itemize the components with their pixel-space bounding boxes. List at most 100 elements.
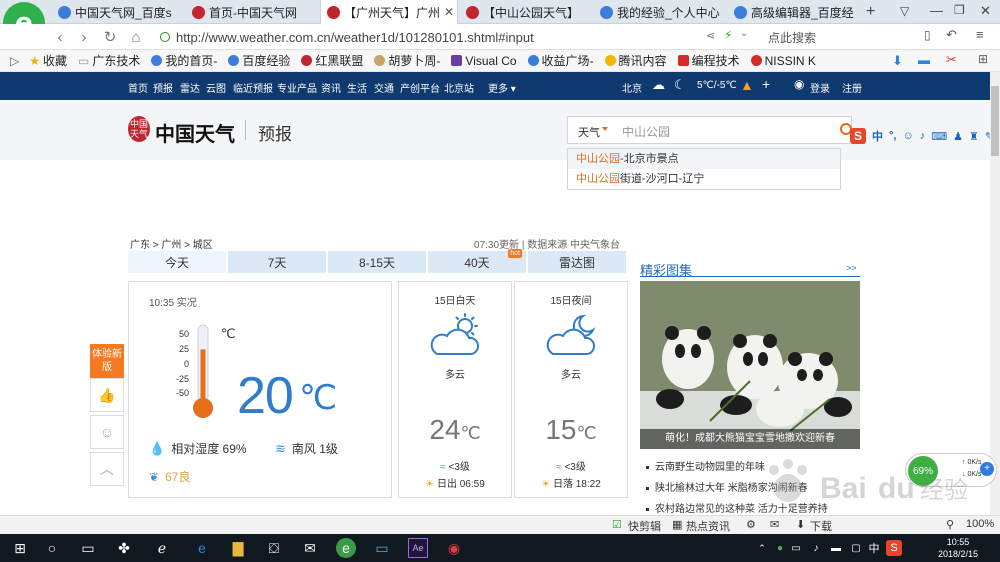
chevron-down-icon[interactable]: ⌄ xyxy=(740,28,748,39)
shirt-icon[interactable]: ▽ xyxy=(900,4,909,18)
news-item[interactable]: 云南野生动物园里的年味 xyxy=(646,458,765,473)
panda-photo[interactable]: 萌化！成都大熊猫宝宝雪地撒欢迎新春 xyxy=(640,281,860,449)
laptop-icon[interactable]: ▭ xyxy=(372,538,392,558)
grid-icon[interactable]: ⊞ xyxy=(978,52,988,66)
nav-item[interactable]: 专业产品 xyxy=(277,80,317,95)
site-search-box[interactable]: 天气 中山公园 xyxy=(567,116,852,144)
bookmark-item[interactable]: 红黑联盟 xyxy=(301,52,363,69)
nav-item[interactable]: 交通 xyxy=(374,80,394,95)
sogou-ime-icon[interactable]: S xyxy=(850,128,866,144)
undo-icon[interactable]: ↶ xyxy=(946,27,957,43)
fan-icon[interactable]: ✤ xyxy=(114,538,134,558)
forward-button[interactable]: › xyxy=(74,27,94,47)
nav-item-more[interactable]: 更多 ▾ xyxy=(488,80,516,95)
page-scrollbar[interactable] xyxy=(990,72,1000,515)
url-field[interactable]: http://www.weather.com.cn/weather1d/1012… xyxy=(160,26,760,48)
ime-mode[interactable]: 中 xyxy=(872,128,883,144)
mail-icon[interactable]: ✉ xyxy=(300,538,320,558)
skin-icon[interactable]: ♜ xyxy=(969,130,979,143)
ime-language[interactable]: 中 xyxy=(864,538,884,558)
emoji-icon[interactable]: ☺ xyxy=(902,130,913,142)
punctuation-icon[interactable]: °, xyxy=(889,130,896,142)
bell-icon[interactable]: ✉ xyxy=(770,518,779,531)
browser-taskbar-icon[interactable]: e xyxy=(336,538,356,558)
download-arrow-icon[interactable]: ⬇ xyxy=(892,53,903,69)
windows-start-icon[interactable]: ⊞ xyxy=(10,538,30,558)
hot-news-button[interactable]: 热点资讯 xyxy=(686,518,730,534)
add-city-icon[interactable]: + xyxy=(762,76,770,92)
suggestion-item[interactable]: 中山公园街道-沙河口-辽宁 xyxy=(568,169,840,189)
close-window-button[interactable]: ✕ xyxy=(980,3,991,19)
browser-tab[interactable]: 高级编辑器_百度经 xyxy=(728,0,860,24)
suggestion-item[interactable]: 中山公园-北京市景点 xyxy=(568,149,840,169)
bookmark-item[interactable]: NISSIN K xyxy=(750,54,816,68)
battery-icon[interactable]: ▬ xyxy=(826,538,846,558)
nav-item[interactable]: 生活 xyxy=(347,80,367,95)
search-input[interactable]: 中山公园 xyxy=(622,123,670,140)
bookmark-item[interactable]: 腾讯内容 xyxy=(604,52,667,69)
tab-radar[interactable]: 雷达图 xyxy=(528,251,626,273)
nav-item[interactable]: 首页 xyxy=(128,80,148,95)
browser-tab-active[interactable]: 【广州天气】广州 ✕ xyxy=(320,0,458,24)
network-icon[interactable]: ▭ xyxy=(786,538,806,558)
browser-tab[interactable]: 首页-中国天气网 xyxy=(186,0,318,24)
smile-icon[interactable]: ☺ xyxy=(90,415,124,449)
scroll-thumb[interactable] xyxy=(991,86,999,156)
bookmark-item[interactable]: 胡萝卜周- xyxy=(374,52,440,69)
browser-tab[interactable]: 中国天气网_百度s xyxy=(52,0,190,24)
thumbs-up-icon[interactable]: 👍 xyxy=(90,378,124,412)
sidebar-toggle-icon[interactable]: ▷ xyxy=(10,54,19,68)
message-icon[interactable]: ▢ xyxy=(846,538,866,558)
gallery-caption[interactable]: 萌化！成都大熊猫宝宝雪地撒欢迎新春 xyxy=(640,429,860,449)
download-button[interactable]: 下载 xyxy=(810,518,832,534)
phone-icon[interactable]: ▯ xyxy=(924,28,931,42)
nav-item[interactable]: 临近预报 xyxy=(233,80,273,95)
nav-item[interactable]: 预报 xyxy=(153,80,173,95)
nav-item[interactable]: 产创平台 xyxy=(400,80,440,95)
nav-item[interactable]: 北京站 xyxy=(444,80,474,95)
tab-40day[interactable]: 40天 hot xyxy=(428,249,526,273)
keyboard-icon[interactable]: ⌨ xyxy=(931,130,947,143)
music-app-icon[interactable]: ◉ xyxy=(444,538,464,558)
ie-icon[interactable]: ℯ xyxy=(152,538,172,558)
bookmark-item[interactable]: 收益广场- xyxy=(527,52,594,69)
zoom-level[interactable]: 100% xyxy=(966,518,994,530)
nav-item[interactable]: 云图 xyxy=(206,80,226,95)
back-button[interactable]: ‹ xyxy=(50,27,70,47)
search-category-select[interactable]: 天气 xyxy=(578,124,600,140)
video-icon[interactable]: ▬ xyxy=(918,53,930,67)
tab-today[interactable]: 今天 xyxy=(128,251,226,273)
warning-icon[interactable]: ▲ xyxy=(740,77,754,93)
weather-logo-icon[interactable]: 中国天气 xyxy=(128,116,150,142)
site-brand[interactable]: 中国天气 xyxy=(155,118,235,147)
bookmark-item[interactable]: 百度经验 xyxy=(228,52,290,69)
register-link[interactable]: 注册 xyxy=(842,80,862,95)
volume-icon[interactable]: ♪ xyxy=(806,538,826,558)
air-quality[interactable]: ❦ 67良 xyxy=(149,468,190,485)
refresh-icon[interactable]: ↻ xyxy=(100,27,120,47)
new-tab-button[interactable]: + xyxy=(866,3,875,21)
search-icon[interactable]: ○ xyxy=(42,538,62,558)
share-icon[interactable]: ⋖ xyxy=(706,29,715,42)
restore-button[interactable]: ❐ xyxy=(954,3,965,17)
sogou-tray-icon[interactable]: S xyxy=(886,540,902,556)
lightning-icon[interactable]: ⚡ xyxy=(724,28,732,42)
tray-chevron-icon[interactable]: ⌃ xyxy=(752,538,772,558)
gallery-more-link[interactable]: >> xyxy=(846,263,857,273)
scroll-top-icon[interactable]: ︿ xyxy=(90,452,124,486)
mic-icon[interactable]: ♪ xyxy=(920,130,926,142)
tab-8-15day[interactable]: 8-15天 xyxy=(328,251,426,273)
try-new-version-button[interactable]: 体验新版 xyxy=(90,344,124,378)
browser-search-input[interactable]: 点此搜索 xyxy=(764,26,904,48)
bookmark-item[interactable]: ★ 收藏 xyxy=(29,52,67,69)
tab-7day[interactable]: 7天 xyxy=(228,251,326,273)
close-icon[interactable]: ✕ xyxy=(444,5,454,19)
breadcrumb[interactable]: 广东 > 广州 > 城区 xyxy=(130,236,213,251)
minimize-button[interactable]: — xyxy=(930,3,943,18)
bookmark-item[interactable]: 我的首页- xyxy=(151,52,217,69)
store-icon[interactable]: ⛋ xyxy=(264,538,284,558)
bookmark-item[interactable]: Visual Co xyxy=(451,54,517,68)
user-icon[interactable]: ♟ xyxy=(953,130,963,143)
nav-city[interactable]: 北京 xyxy=(622,80,642,95)
system-clock[interactable]: 10:55 2018/2/15 xyxy=(938,536,978,560)
